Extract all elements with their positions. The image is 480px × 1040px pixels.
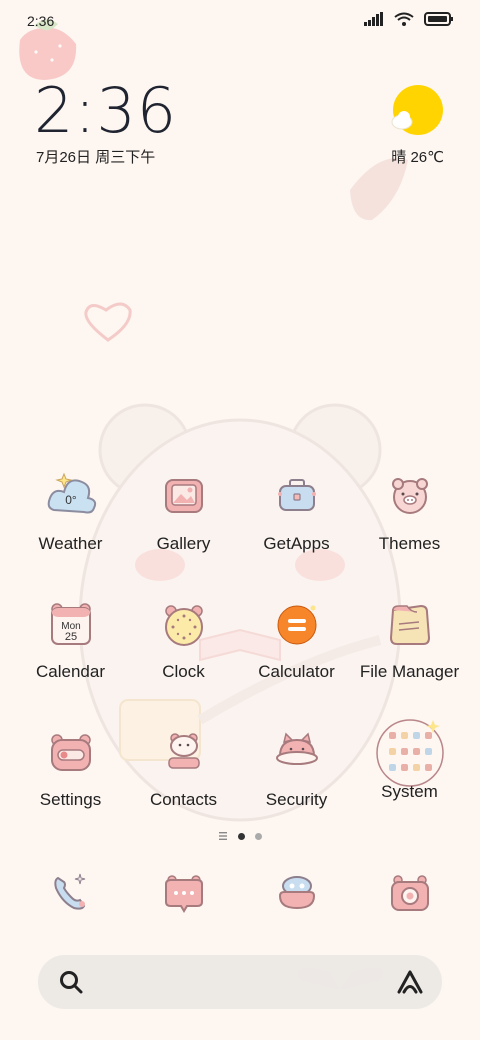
security-icon bbox=[270, 726, 324, 780]
app-clock[interactable]: Clock bbox=[127, 598, 240, 682]
page-dot[interactable] bbox=[255, 832, 262, 840]
calculator-icon bbox=[270, 598, 324, 652]
signal-icon bbox=[364, 12, 383, 26]
messages-icon[interactable] bbox=[157, 866, 211, 920]
getapps-icon bbox=[270, 470, 324, 524]
camera-icon[interactable] bbox=[383, 866, 437, 920]
browser-icon[interactable] bbox=[270, 866, 324, 920]
app-label: Calendar bbox=[36, 662, 105, 681]
weather-condition-temp[interactable]: 晴 26℃ bbox=[391, 146, 444, 167]
app-system-folder[interactable]: System bbox=[353, 719, 466, 810]
themes-icon bbox=[383, 470, 437, 524]
assistant-icon[interactable] bbox=[396, 969, 424, 995]
battery-icon bbox=[424, 12, 453, 26]
app-label: GetApps bbox=[263, 534, 330, 553]
search-icon[interactable] bbox=[58, 969, 84, 995]
wifi-icon bbox=[394, 12, 414, 26]
page-dot-active[interactable] bbox=[238, 832, 245, 840]
app-label: Calculator bbox=[258, 662, 335, 681]
status-bar: 2:36 bbox=[0, 0, 480, 40]
status-time: 2:36 bbox=[27, 13, 55, 29]
app-themes[interactable]: Themes bbox=[353, 470, 466, 554]
weather-icon: 0° bbox=[44, 470, 98, 524]
app-label: Contacts bbox=[149, 790, 218, 809]
phone-icon[interactable] bbox=[44, 866, 98, 920]
app-label: File Manager bbox=[359, 662, 460, 681]
settings-icon bbox=[44, 726, 98, 780]
app-security[interactable]: Security bbox=[240, 726, 353, 810]
app-calculator[interactable]: Calculator bbox=[240, 598, 353, 682]
sunny-cloud-icon bbox=[391, 85, 443, 135]
clock-widget-time[interactable]: 2:36 bbox=[34, 74, 177, 147]
page-indicator[interactable] bbox=[200, 829, 280, 843]
app-calendar[interactable]: Mon 25 Calendar bbox=[14, 598, 127, 682]
gallery-icon bbox=[157, 470, 211, 524]
app-getapps[interactable]: GetApps bbox=[240, 470, 353, 554]
app-gallery[interactable]: Gallery bbox=[127, 470, 240, 554]
app-grid: 0° Weather Gallery GetApps Themes Mon 25… bbox=[14, 470, 466, 810]
app-label: Weather bbox=[38, 534, 103, 553]
clock-icon bbox=[157, 598, 211, 652]
app-file-manager[interactable]: File Manager bbox=[353, 598, 466, 682]
search-bar[interactable] bbox=[38, 955, 442, 1009]
calendar-icon: Mon 25 bbox=[44, 598, 98, 652]
weather-icon-temp: 0° bbox=[65, 493, 77, 507]
app-label: Themes bbox=[378, 534, 441, 553]
calendar-icon-date: 25 bbox=[64, 631, 76, 643]
page-list-icon[interactable] bbox=[218, 831, 228, 841]
clock-widget-date[interactable]: 7月26日 周三下午 bbox=[36, 146, 155, 167]
app-label: Clock bbox=[162, 662, 205, 681]
dock bbox=[14, 866, 466, 920]
system-folder-icon bbox=[375, 718, 445, 788]
file-manager-icon bbox=[383, 598, 437, 652]
weather-widget[interactable] bbox=[390, 84, 446, 145]
status-icons bbox=[364, 12, 454, 26]
app-settings[interactable]: Settings bbox=[14, 726, 127, 810]
app-label: Security bbox=[265, 790, 328, 809]
app-contacts[interactable]: Contacts bbox=[127, 726, 240, 810]
contacts-icon bbox=[157, 726, 211, 780]
app-label: System bbox=[381, 782, 438, 801]
search-input[interactable] bbox=[98, 967, 372, 999]
app-label: Settings bbox=[39, 790, 102, 809]
app-weather[interactable]: 0° Weather bbox=[14, 470, 127, 554]
app-label: Gallery bbox=[156, 534, 211, 553]
